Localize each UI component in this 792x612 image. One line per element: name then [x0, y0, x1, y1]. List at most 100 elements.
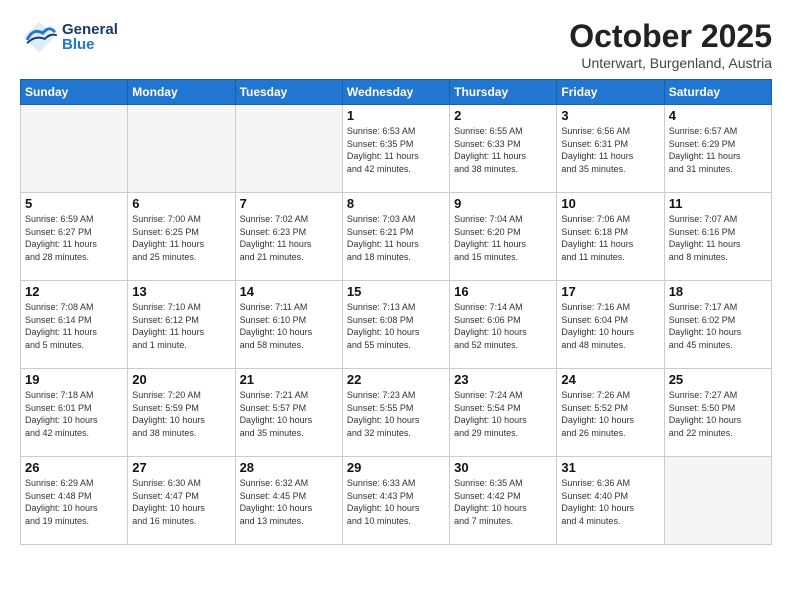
calendar-cell: 27 Sunrise: 6:30 AM Sunset: 4:47 PM Dayli… [128, 457, 235, 545]
day-info: Sunrise: 7:14 AM Sunset: 6:06 PM Dayligh… [454, 301, 552, 351]
day-info: Sunrise: 6:59 AM Sunset: 6:27 PM Dayligh… [25, 213, 123, 263]
day-number: 26 [25, 460, 123, 475]
day-number: 18 [669, 284, 767, 299]
week-row-1: 1 Sunrise: 6:53 AM Sunset: 6:35 PM Daylig… [21, 105, 772, 193]
day-info: Sunrise: 7:06 AM Sunset: 6:18 PM Dayligh… [561, 213, 659, 263]
day-info: Sunrise: 6:35 AM Sunset: 4:42 PM Dayligh… [454, 477, 552, 527]
calendar-table: SundayMondayTuesdayWednesdayThursdayFrid… [20, 79, 772, 545]
week-row-5: 26 Sunrise: 6:29 AM Sunset: 4:48 PM Dayli… [21, 457, 772, 545]
calendar-cell: 21 Sunrise: 7:21 AM Sunset: 5:57 PM Dayli… [235, 369, 342, 457]
day-number: 1 [347, 108, 445, 123]
week-row-3: 12Sunrise: 7:08 AM Sunset: 6:14 PM Dayli… [21, 281, 772, 369]
calendar-cell: 8Sunrise: 7:03 AM Sunset: 6:21 PM Daylig… [342, 193, 449, 281]
day-info: Sunrise: 6:30 AM Sunset: 4:47 PM Dayligh… [132, 477, 230, 527]
day-info: Sunrise: 7:07 AM Sunset: 6:16 PM Dayligh… [669, 213, 767, 263]
day-number: 27 [132, 460, 230, 475]
calendar-cell: 13 Sunrise: 7:10 AM Sunset: 6:12 PM Dayli… [128, 281, 235, 369]
day-info: Sunrise: 6:53 AM Sunset: 6:35 PM Dayligh… [347, 125, 445, 175]
day-number: 17 [561, 284, 659, 299]
day-number: 30 [454, 460, 552, 475]
logo-icon [20, 18, 58, 56]
day-info: Sunrise: 6:57 AM Sunset: 6:29 PM Dayligh… [669, 125, 767, 175]
calendar-cell: 28 Sunrise: 6:32 AM Sunset: 4:45 PM Dayli… [235, 457, 342, 545]
weekday-header-thursday: Thursday [450, 80, 557, 105]
calendar-cell: 5Sunrise: 6:59 AM Sunset: 6:27 PM Daylig… [21, 193, 128, 281]
calendar-cell: 22Sunrise: 7:23 AM Sunset: 5:55 PM Dayli… [342, 369, 449, 457]
calendar-cell: 2Sunrise: 6:55 AM Sunset: 6:33 PM Daylig… [450, 105, 557, 193]
weekday-header-friday: Friday [557, 80, 664, 105]
calendar-cell: 10 Sunrise: 7:06 AM Sunset: 6:18 PM Dayli… [557, 193, 664, 281]
weekday-header-tuesday: Tuesday [235, 80, 342, 105]
calendar-cell: 17 Sunrise: 7:16 AM Sunset: 6:04 PM Dayli… [557, 281, 664, 369]
day-info: Sunrise: 7:21 AM Sunset: 5:57 PM Dayligh… [240, 389, 338, 439]
day-info: Sunrise: 7:02 AM Sunset: 6:23 PM Dayligh… [240, 213, 338, 263]
logo: General Blue [20, 18, 118, 56]
day-info: Sunrise: 6:33 AM Sunset: 4:43 PM Dayligh… [347, 477, 445, 527]
calendar-cell: 30 Sunrise: 6:35 AM Sunset: 4:42 PM Dayli… [450, 457, 557, 545]
day-number: 11 [669, 196, 767, 211]
day-number: 10 [561, 196, 659, 211]
logo-blue-text: Blue [62, 37, 118, 52]
day-number: 28 [240, 460, 338, 475]
calendar-cell: 3 Sunrise: 6:56 AM Sunset: 6:31 PM Daylig… [557, 105, 664, 193]
day-info: Sunrise: 6:32 AM Sunset: 4:45 PM Dayligh… [240, 477, 338, 527]
calendar-cell: 23 Sunrise: 7:24 AM Sunset: 5:54 PM Dayli… [450, 369, 557, 457]
day-info: Sunrise: 7:17 AM Sunset: 6:02 PM Dayligh… [669, 301, 767, 351]
header: General Blue October 2025 Unterwart, Bur… [20, 18, 772, 71]
calendar-cell: 24 Sunrise: 7:26 AM Sunset: 5:52 PM Dayli… [557, 369, 664, 457]
logo-label: General Blue [62, 22, 118, 52]
page: General Blue October 2025 Unterwart, Bur… [0, 0, 792, 612]
day-info: Sunrise: 7:26 AM Sunset: 5:52 PM Dayligh… [561, 389, 659, 439]
location-title: Unterwart, Burgenland, Austria [569, 55, 772, 71]
day-info: Sunrise: 7:20 AM Sunset: 5:59 PM Dayligh… [132, 389, 230, 439]
day-number: 29 [347, 460, 445, 475]
day-number: 4 [669, 108, 767, 123]
day-info: Sunrise: 6:56 AM Sunset: 6:31 PM Dayligh… [561, 125, 659, 175]
day-info: Sunrise: 7:13 AM Sunset: 6:08 PM Dayligh… [347, 301, 445, 351]
day-number: 24 [561, 372, 659, 387]
calendar-cell: 25Sunrise: 7:27 AM Sunset: 5:50 PM Dayli… [664, 369, 771, 457]
day-info: Sunrise: 7:23 AM Sunset: 5:55 PM Dayligh… [347, 389, 445, 439]
day-number: 15 [347, 284, 445, 299]
calendar-cell: 4 Sunrise: 6:57 AM Sunset: 6:29 PM Daylig… [664, 105, 771, 193]
day-number: 13 [132, 284, 230, 299]
day-number: 16 [454, 284, 552, 299]
calendar-cell: 20Sunrise: 7:20 AM Sunset: 5:59 PM Dayli… [128, 369, 235, 457]
weekday-header-monday: Monday [128, 80, 235, 105]
day-number: 23 [454, 372, 552, 387]
day-number: 14 [240, 284, 338, 299]
calendar-cell [664, 457, 771, 545]
calendar-cell: 26 Sunrise: 6:29 AM Sunset: 4:48 PM Dayli… [21, 457, 128, 545]
week-row-2: 5Sunrise: 6:59 AM Sunset: 6:27 PM Daylig… [21, 193, 772, 281]
calendar-cell: 6 Sunrise: 7:00 AM Sunset: 6:25 PM Daylig… [128, 193, 235, 281]
calendar-cell: 7 Sunrise: 7:02 AM Sunset: 6:23 PM Daylig… [235, 193, 342, 281]
calendar-cell [128, 105, 235, 193]
day-info: Sunrise: 7:10 AM Sunset: 6:12 PM Dayligh… [132, 301, 230, 351]
calendar-cell [235, 105, 342, 193]
calendar-cell: 9Sunrise: 7:04 AM Sunset: 6:20 PM Daylig… [450, 193, 557, 281]
calendar-cell [21, 105, 128, 193]
day-info: Sunrise: 7:16 AM Sunset: 6:04 PM Dayligh… [561, 301, 659, 351]
calendar-cell: 29 Sunrise: 6:33 AM Sunset: 4:43 PM Dayli… [342, 457, 449, 545]
day-info: Sunrise: 7:00 AM Sunset: 6:25 PM Dayligh… [132, 213, 230, 263]
week-row-4: 19Sunrise: 7:18 AM Sunset: 6:01 PM Dayli… [21, 369, 772, 457]
weekday-header-wednesday: Wednesday [342, 80, 449, 105]
weekday-header-saturday: Saturday [664, 80, 771, 105]
day-number: 31 [561, 460, 659, 475]
day-info: Sunrise: 7:08 AM Sunset: 6:14 PM Dayligh… [25, 301, 123, 351]
calendar-cell: 15 Sunrise: 7:13 AM Sunset: 6:08 PM Dayli… [342, 281, 449, 369]
day-number: 6 [132, 196, 230, 211]
day-info: Sunrise: 6:36 AM Sunset: 4:40 PM Dayligh… [561, 477, 659, 527]
day-info: Sunrise: 6:55 AM Sunset: 6:33 PM Dayligh… [454, 125, 552, 175]
day-info: Sunrise: 7:11 AM Sunset: 6:10 PM Dayligh… [240, 301, 338, 351]
day-info: Sunrise: 6:29 AM Sunset: 4:48 PM Dayligh… [25, 477, 123, 527]
calendar-cell: 14 Sunrise: 7:11 AM Sunset: 6:10 PM Dayli… [235, 281, 342, 369]
calendar-cell: 18 Sunrise: 7:17 AM Sunset: 6:02 PM Dayli… [664, 281, 771, 369]
day-number: 21 [240, 372, 338, 387]
calendar-cell: 19Sunrise: 7:18 AM Sunset: 6:01 PM Dayli… [21, 369, 128, 457]
day-number: 3 [561, 108, 659, 123]
day-info: Sunrise: 7:03 AM Sunset: 6:21 PM Dayligh… [347, 213, 445, 263]
day-number: 7 [240, 196, 338, 211]
day-info: Sunrise: 7:24 AM Sunset: 5:54 PM Dayligh… [454, 389, 552, 439]
weekday-header-row: SundayMondayTuesdayWednesdayThursdayFrid… [21, 80, 772, 105]
